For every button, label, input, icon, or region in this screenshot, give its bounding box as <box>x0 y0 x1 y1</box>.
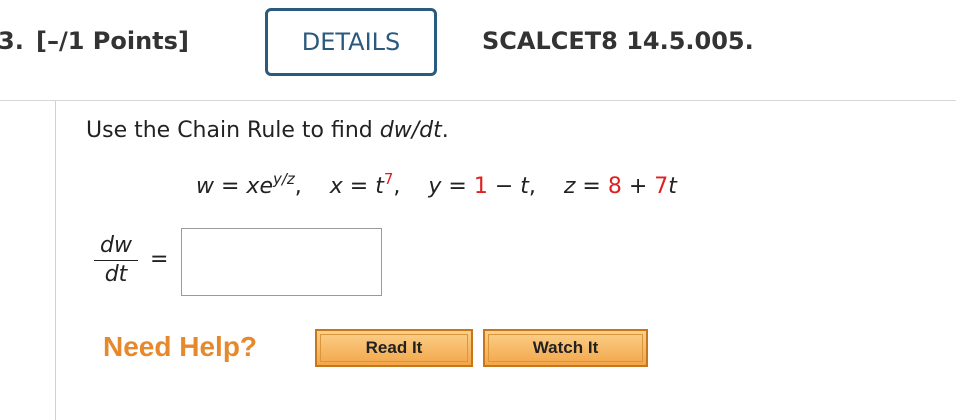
watch-it-label: Watch It <box>488 334 643 362</box>
instruction-text: Use the Chain Rule to find <box>86 118 380 143</box>
read-it-label: Read It <box>320 334 468 362</box>
eq-x-exponent: 7 <box>383 170 394 188</box>
fraction-numerator: dw <box>100 233 132 258</box>
eq-x-base: t <box>375 174 384 199</box>
problem-code: SCALCET8 14.5.005. <box>482 27 754 55</box>
fraction-denominator: dt <box>104 262 128 287</box>
read-it-button[interactable]: Read It <box>315 329 473 367</box>
equation-line: w = xey/z, x = t7, y = 1 − t, z = 8 + 7t <box>196 170 677 199</box>
eq-y-var: y <box>428 174 442 199</box>
derivative-fraction: dw dt <box>92 233 140 287</box>
instruction-target: dw/dt <box>379 118 442 143</box>
eq-z-const: 8 <box>607 174 622 199</box>
details-button[interactable]: DETAILS <box>265 8 437 76</box>
eq-w-base: xe <box>246 174 273 199</box>
eq-z-var: z <box>563 174 576 199</box>
answer-input[interactable] <box>181 228 382 296</box>
instruction-suffix: . <box>441 118 449 143</box>
need-help-label: Need Help? <box>103 331 258 362</box>
eq-w-var: w <box>196 174 214 199</box>
points-label: [–/1 Points] <box>36 27 189 55</box>
eq-w-exponent: y/z <box>272 170 295 188</box>
left-divider <box>55 101 56 420</box>
eq-y-t: t <box>520 174 529 199</box>
eq-x-var: x <box>329 174 343 199</box>
equals-sign: = <box>150 247 169 272</box>
question-header: 3. [–/1 Points] DETAILS SCALCET8 14.5.00… <box>0 0 956 101</box>
watch-it-button[interactable]: Watch It <box>483 329 648 367</box>
eq-y-const: 1 <box>473 174 488 199</box>
eq-z-coef: 7 <box>654 174 669 199</box>
eq-z-t: t <box>668 174 677 199</box>
problem-instruction: Use the Chain Rule to find dw/dt. <box>86 118 449 143</box>
question-number: 3. <box>0 27 24 55</box>
